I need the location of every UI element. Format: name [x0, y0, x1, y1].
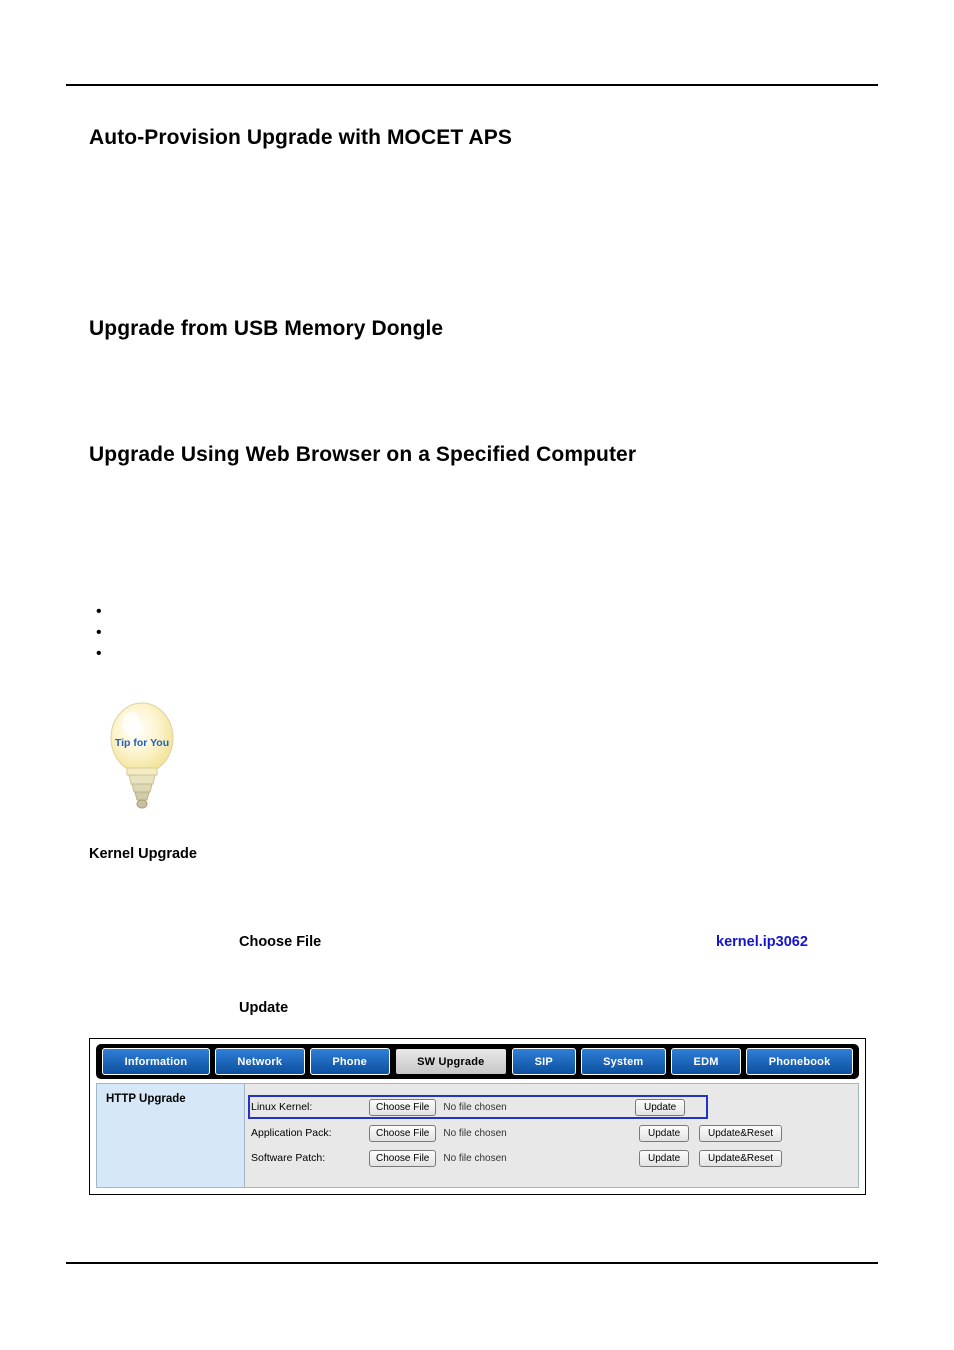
update-button-kernel[interactable]: Update: [635, 1098, 686, 1116]
tab-sw-upgrade[interactable]: SW Upgrade: [394, 1048, 508, 1075]
http-upgrade-title: HTTP Upgrade: [106, 1093, 186, 1105]
tab-information[interactable]: Information: [102, 1048, 210, 1075]
panel-section-title-area: HTTP Upgrade: [97, 1084, 245, 1187]
document-page: Auto-Provision Upgrade with MOCET APS Up…: [0, 0, 954, 1350]
list-item: [96, 622, 396, 643]
choose-file-button-apppack[interactable]: Choose File: [369, 1124, 437, 1142]
kernel-upgrade-label: Kernel Upgrade: [89, 846, 197, 862]
linux-kernel-file-input[interactable]: Choose File No file chosen: [369, 1098, 507, 1116]
choose-file-label: Choose File: [239, 934, 322, 950]
list-item: [96, 643, 396, 664]
choose-file-button-kernel[interactable]: Choose File: [369, 1098, 437, 1116]
file-status-patch: No file chosen: [443, 1152, 507, 1164]
row-application-pack: Application Pack: Choose File No file ch…: [251, 1122, 852, 1144]
upgrade-form: Linux Kernel: Choose File No file chosen…: [245, 1084, 858, 1187]
update-label: Update: [239, 1000, 289, 1016]
header-rule: [66, 84, 878, 86]
row-linux-kernel: Linux Kernel: Choose File No file chosen…: [248, 1095, 708, 1119]
heading-usb-dongle-upgrade: Upgrade from USB Memory Dongle: [89, 317, 444, 340]
tab-sip[interactable]: SIP: [512, 1048, 576, 1075]
update-button-apppack[interactable]: Update: [639, 1124, 690, 1142]
linux-kernel-label: Linux Kernel:: [251, 1101, 313, 1113]
tab-phonebook[interactable]: Phonebook: [746, 1048, 853, 1075]
choose-file-button-patch[interactable]: Choose File: [369, 1149, 437, 1167]
device-web-ui-screenshot: Information Network Phone SW Upgrade SIP…: [89, 1038, 866, 1195]
tab-edm[interactable]: EDM: [670, 1048, 742, 1075]
file-status-kernel: No file chosen: [443, 1101, 507, 1113]
kernel-file-name: kernel.ip3062: [716, 934, 808, 950]
tab-system[interactable]: System: [580, 1048, 666, 1075]
update-and-reset-button-patch[interactable]: Update&Reset: [699, 1149, 783, 1167]
software-patch-label: Software Patch:: [251, 1152, 326, 1164]
heading-web-browser-upgrade: Upgrade Using Web Browser on a Specified…: [89, 443, 637, 466]
bullet-list: [96, 601, 396, 664]
application-pack-file-input[interactable]: Choose File No file chosen: [369, 1124, 507, 1142]
heading-auto-provision-upgrade: Auto-Provision Upgrade with MOCET APS: [89, 126, 512, 149]
svg-text:Tip for You: Tip for You: [115, 737, 169, 749]
tab-phone[interactable]: Phone: [309, 1048, 390, 1075]
tab-network[interactable]: Network: [214, 1048, 305, 1075]
file-status-apppack: No file chosen: [443, 1127, 507, 1139]
http-upgrade-panel: HTTP Upgrade Linux Kernel: Choose File N…: [96, 1083, 859, 1188]
application-pack-label: Application Pack:: [251, 1127, 332, 1139]
row-software-patch: Software Patch: Choose File No file chos…: [251, 1147, 852, 1169]
footer-rule: [66, 1262, 878, 1264]
lightbulb-icon: Tip for You: [104, 694, 180, 816]
software-patch-file-input[interactable]: Choose File No file chosen: [369, 1149, 507, 1167]
device-nav-bar: Information Network Phone SW Upgrade SIP…: [96, 1044, 859, 1079]
list-item: [96, 601, 396, 622]
update-button-patch[interactable]: Update: [639, 1149, 690, 1167]
update-and-reset-button-apppack[interactable]: Update&Reset: [699, 1124, 783, 1142]
